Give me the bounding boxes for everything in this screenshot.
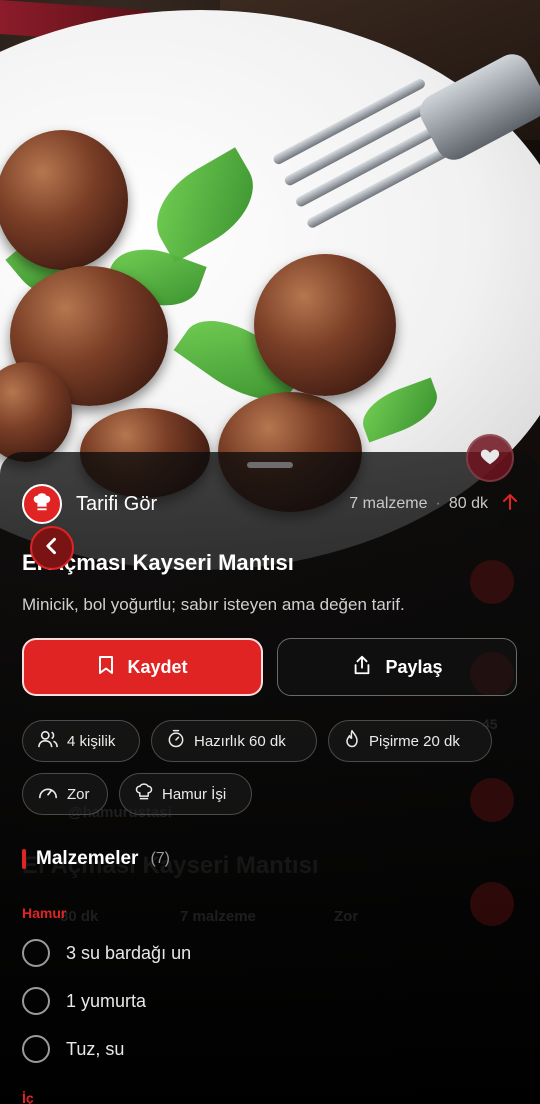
ghost-more-button	[470, 882, 514, 926]
ghost-comment-button	[470, 560, 514, 604]
people-icon	[37, 729, 59, 753]
ingredient-label: 3 su bardağı un	[66, 942, 192, 963]
ingredients-title: Malzemeler	[36, 848, 139, 869]
gauge-icon	[37, 782, 59, 806]
ingredient-checkbox[interactable]	[22, 987, 50, 1015]
cook-time-label: Pişirme 20 dk	[369, 732, 460, 750]
chef-hat-badge	[22, 484, 62, 524]
ingredient-count: 7 malzeme	[349, 495, 428, 512]
sheet-drag-handle[interactable]	[247, 462, 293, 468]
meta-separator: ·	[435, 495, 441, 512]
view-recipe-label[interactable]: Tarifi Gör	[76, 493, 157, 516]
heart-icon	[479, 445, 501, 472]
share-button[interactable]: Paylaş	[277, 638, 517, 696]
back-button[interactable]	[30, 526, 74, 570]
meatball	[0, 130, 128, 270]
ingredients-section-header: Malzemeler (7)	[22, 848, 170, 870]
ghost-difficulty: Zor	[334, 908, 359, 925]
total-duration: 80 dk	[448, 495, 488, 512]
servings-chip[interactable]: 4 kişilik	[22, 720, 140, 762]
servings-label: 4 kişilik	[67, 732, 116, 750]
sheet-header: Tarifi Gör 7 malzeme · 80 dk	[22, 484, 518, 524]
ingredient-label: Tuz, su	[66, 1038, 125, 1059]
section-accent-bar	[22, 849, 26, 869]
cook-time-chip[interactable]: Pişirme 20 dk	[328, 720, 492, 762]
save-label: Kaydet	[127, 656, 188, 677]
ingredient-item[interactable]: Tuz, su	[22, 1035, 124, 1063]
group-label-dough: Hamur	[22, 905, 67, 921]
bookmark-icon	[97, 655, 115, 680]
ingredient-label: 1 yumurta	[66, 990, 147, 1011]
category-label: Hamur İşi	[162, 785, 227, 803]
share-label: Paylaş	[385, 656, 443, 677]
arrow-up-icon[interactable]	[502, 493, 518, 516]
chef-hat-icon	[31, 491, 53, 518]
meatball	[254, 254, 396, 396]
prep-time-label: Hazırlık 60 dk	[194, 732, 286, 750]
difficulty-label: Zor	[67, 785, 90, 803]
flame-icon	[343, 729, 361, 753]
prep-time-chip[interactable]: Hazırlık 60 dk	[151, 720, 317, 762]
ingredient-checkbox[interactable]	[22, 1035, 50, 1063]
ghost-send-button	[470, 778, 514, 822]
chevron-left-icon	[42, 536, 62, 561]
chef-hat-icon	[134, 782, 154, 806]
share-icon	[351, 654, 373, 681]
difficulty-chip[interactable]: Zor	[22, 773, 108, 815]
recipe-bottom-sheet[interactable]: @hamurustasi El Açması Kayseri Mantısı 8…	[0, 452, 540, 1104]
category-chip[interactable]: Hamur İşi	[119, 773, 252, 815]
recipe-meta: 7 malzeme · 80 dk	[349, 493, 518, 516]
ghost-ingredients: 7 malzeme	[180, 908, 256, 925]
ingredient-checkbox[interactable]	[22, 939, 50, 967]
timer-icon	[166, 729, 186, 753]
ingredient-item[interactable]: 1 yumurta	[22, 987, 146, 1015]
group-label-filling: İç	[22, 1090, 34, 1104]
save-button[interactable]: Kaydet	[22, 638, 263, 696]
ingredient-item[interactable]: 3 su bardağı un	[22, 939, 191, 967]
favorite-button[interactable]	[466, 434, 514, 482]
recipe-subtitle: Minicik, bol yoğurtlu; sabır isteyen ama…	[22, 595, 405, 614]
ingredients-count: (7)	[150, 850, 171, 867]
